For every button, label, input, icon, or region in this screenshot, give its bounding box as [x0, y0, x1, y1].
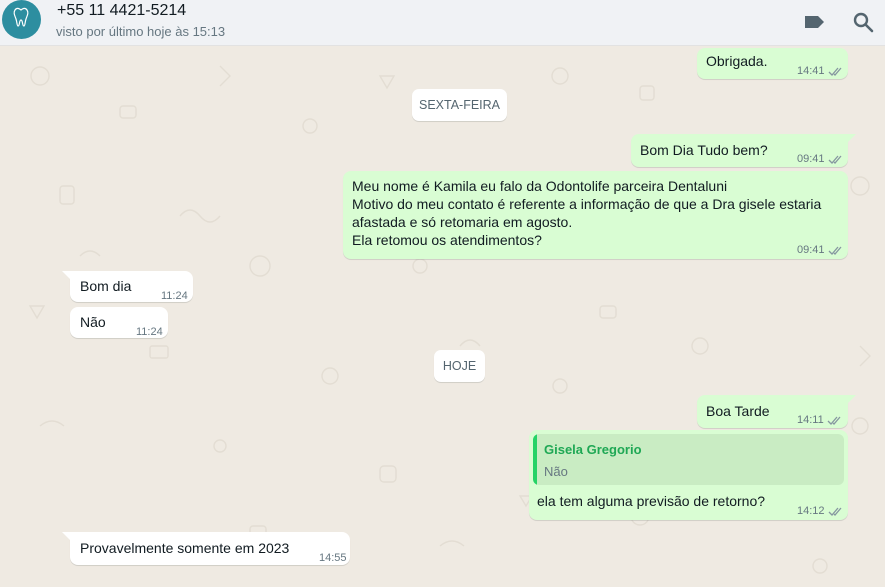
- message-text: Provavelmente somente em 2023: [80, 540, 290, 556]
- message-outgoing-reply[interactable]: Gisela Gregorio Não ela tem alguma previ…: [529, 430, 848, 520]
- chat-header: +55 11 4421-5214 visto por último hoje à…: [0, 0, 885, 46]
- message-incoming[interactable]: Não 11:24: [70, 307, 168, 338]
- message-meta: 09:41: [797, 150, 844, 169]
- message-time: 14:11: [797, 414, 824, 426]
- message-meta: 14:12: [797, 502, 844, 521]
- message-line: Ela retomou os atendimentos?: [352, 232, 542, 248]
- contact-name[interactable]: +55 11 4421-5214: [57, 2, 186, 20]
- date-divider: SEXTA-FEIRA: [412, 89, 507, 121]
- contact-avatar[interactable]: [2, 0, 41, 39]
- bubble-tail: [62, 532, 72, 542]
- read-check-icon: [828, 246, 842, 255]
- read-check-icon: [828, 507, 842, 516]
- message-text: Não: [80, 314, 106, 330]
- message-outgoing[interactable]: Obrigada. 14:41: [697, 48, 848, 79]
- quote-author: Gisela Gregorio: [544, 442, 642, 457]
- last-seen-status: visto por último hoje às 15:13: [56, 24, 226, 39]
- message-meta: 14:55: [319, 549, 347, 568]
- bubble-tail: [62, 271, 72, 281]
- bubble-tail: [846, 395, 856, 405]
- message-incoming[interactable]: Bom dia 11:24: [62, 271, 193, 302]
- message-time: 14:12: [797, 505, 825, 517]
- message-outgoing[interactable]: Bom Dia Tudo bem? 09:41: [631, 134, 856, 169]
- bubble-tail: [846, 134, 856, 144]
- message-text: ela tem alguma previsão de retorno?: [537, 493, 766, 509]
- read-check-icon: [827, 416, 841, 425]
- message-meta: 09:41: [797, 241, 844, 260]
- message-time: 09:41: [797, 153, 825, 165]
- quoted-message[interactable]: Gisela Gregorio Não: [533, 434, 844, 485]
- message-time: 11:24: [136, 326, 163, 338]
- search-icon[interactable]: [852, 11, 876, 33]
- message-time: 14:55: [319, 552, 347, 564]
- message-meta: 11:24: [136, 323, 163, 342]
- message-text: Bom dia: [80, 278, 132, 294]
- label-icon[interactable]: [803, 11, 827, 33]
- message-time: 11:24: [161, 290, 188, 302]
- message-text: Boa Tarde: [706, 403, 770, 419]
- message-meta: 14:41: [797, 62, 844, 81]
- message-meta: 14:11: [797, 411, 843, 430]
- message-time: 14:41: [797, 65, 825, 77]
- message-line: Meu nome é Kamila eu falo da Odontolife …: [352, 178, 728, 194]
- read-check-icon: [828, 67, 842, 76]
- message-outgoing[interactable]: Boa Tarde 14:11: [697, 395, 856, 430]
- read-check-icon: [828, 155, 842, 164]
- message-text: Obrigada.: [706, 53, 768, 69]
- message-meta: 11:24: [161, 287, 188, 306]
- message-time: 09:41: [797, 244, 825, 256]
- quote-text: Não: [544, 464, 568, 479]
- chat-panel[interactable]: Obrigada. 14:41 SEXTA-FEIRA Bom Dia Tudo…: [0, 46, 885, 587]
- message-line: Motivo do meu contato é referente a info…: [352, 196, 822, 212]
- tooth-logo-icon: [13, 7, 29, 27]
- message-incoming[interactable]: Provavelmente somente em 2023 14:55: [62, 532, 350, 568]
- quote-accent-bar: [533, 434, 537, 485]
- date-divider: HOJE: [434, 350, 485, 382]
- message-outgoing[interactable]: Meu nome é Kamila eu falo da Odontolife …: [343, 171, 848, 259]
- message-text: Bom Dia Tudo bem?: [640, 142, 768, 158]
- message-line: afastada e só retomaria em agosto.: [352, 214, 573, 230]
